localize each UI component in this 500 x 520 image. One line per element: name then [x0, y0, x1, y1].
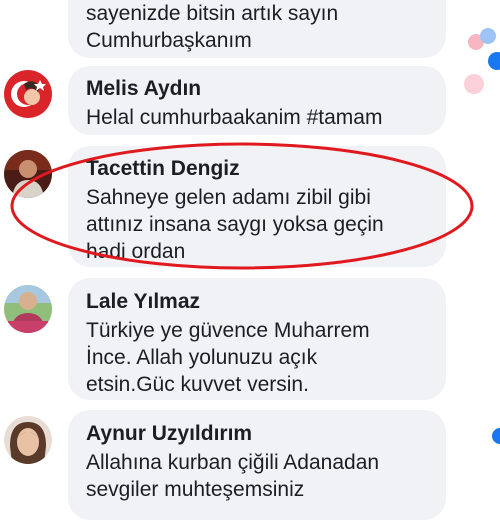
avatar[interactable]: [4, 150, 52, 198]
avatar[interactable]: [4, 70, 52, 118]
like-reaction-icon: [492, 428, 500, 444]
comment-author[interactable]: Aynur Uzyıldırım: [86, 419, 432, 449]
avatar[interactable]: [4, 416, 52, 464]
comment-author[interactable]: Melis Aydın: [86, 74, 432, 104]
like-reaction-icon: [480, 28, 496, 44]
comment-text: Türkiye ye güvence Muharrem İnce. Allah …: [86, 319, 370, 396]
love-reaction-icon: [464, 74, 484, 94]
comment-author[interactable]: Lale Yılmaz: [86, 287, 432, 317]
comment-text: Sahneye gelen adamı zibil gibi attınız i…: [86, 186, 384, 263]
like-reaction-icon: [488, 52, 500, 70]
comment-bubble: Aynur Uzyıldırım Allahına kurban çiğili …: [68, 410, 446, 520]
comment-bubble: Lale Yılmaz Türkiye ye güvence Muharrem …: [68, 278, 446, 400]
comment-author[interactable]: Tacettin Dengiz: [86, 154, 432, 184]
comment-text: sayenizde bitsin artık sayın Cumhurbaşka…: [86, 2, 339, 52]
avatar[interactable]: [4, 285, 52, 333]
comment-bubble: Melis Aydın Helal cumhurbaakanim #tamam: [68, 66, 446, 135]
comment-text: Helal cumhurbaakanim #tamam: [86, 106, 383, 129]
comment-bubble: Tacettin Dengiz Sahneye gelen adamı zibi…: [68, 146, 446, 267]
comment-bubble: sayenizde bitsin artık sayın Cumhurbaşka…: [68, 0, 446, 58]
comment-text: Allahına kurban çiğili Adanadan sevgiler…: [86, 451, 380, 501]
